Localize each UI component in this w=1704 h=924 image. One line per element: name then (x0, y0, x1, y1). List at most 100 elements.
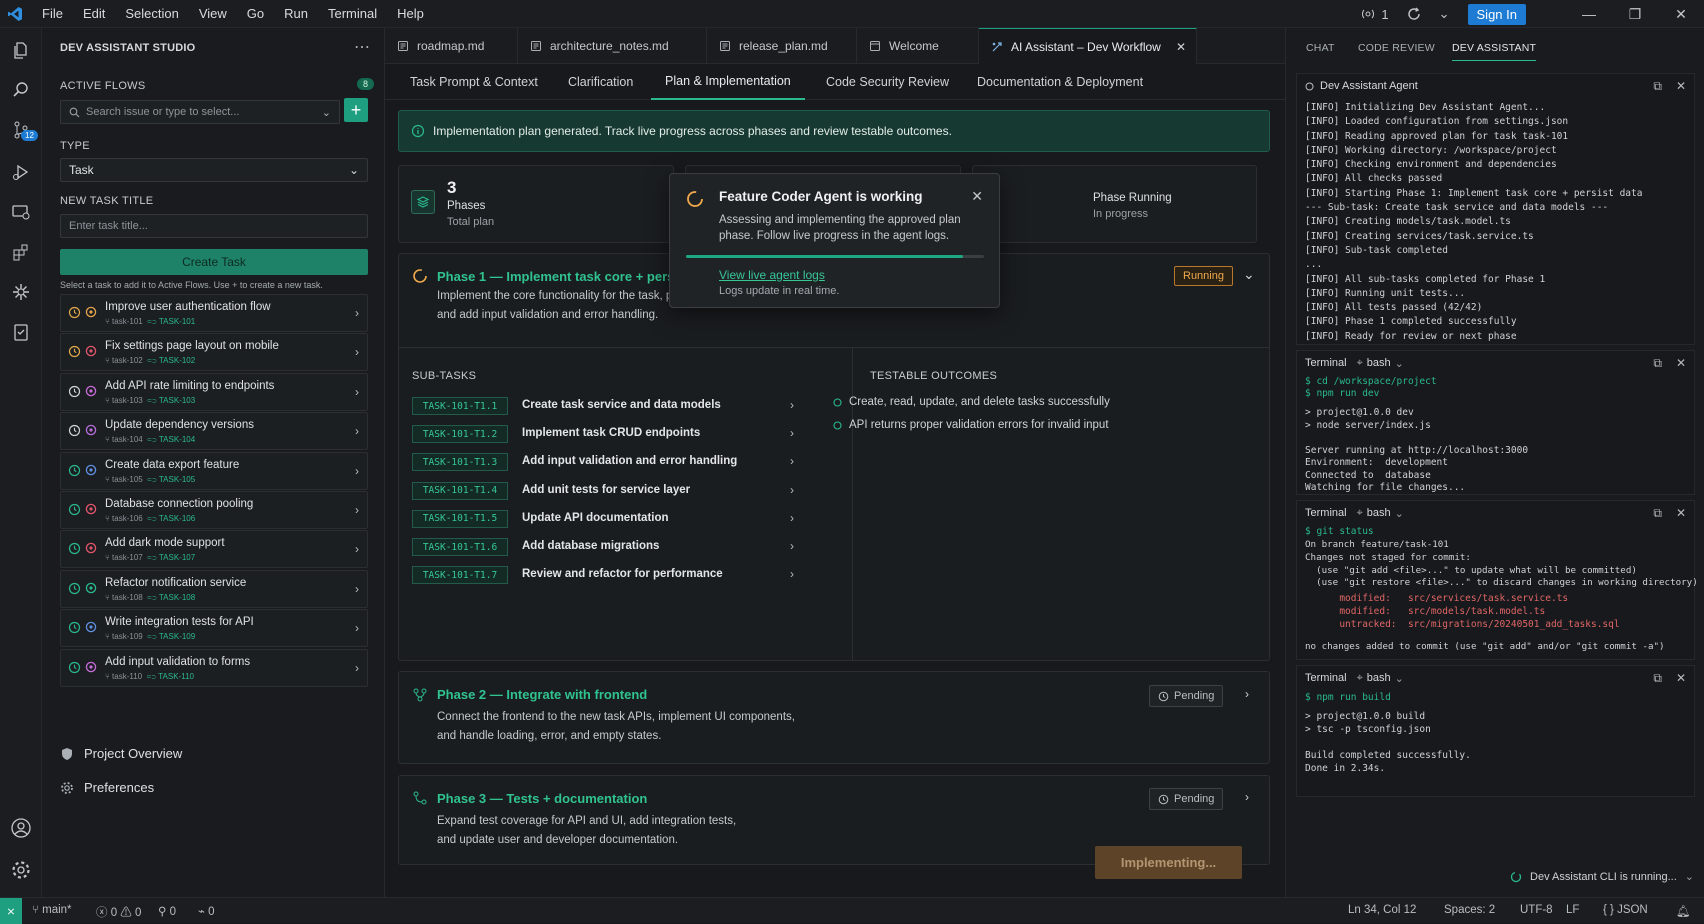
chevron-down-icon[interactable]: ⌄ (1685, 870, 1694, 883)
view-agent-logs-link[interactable]: View live agent logs (719, 268, 825, 282)
run-debug-icon[interactable] (9, 160, 33, 184)
subtask-row[interactable]: TASK-101-T1.7 Review and refactor for per… (412, 566, 794, 585)
implementing-button[interactable]: Implementing... (1095, 846, 1242, 879)
subtask-row[interactable]: TASK-101-T1.5 Update API documentation › (412, 509, 794, 528)
task-list-item[interactable]: Fix settings page layout on mobile ⑂ task… (60, 333, 368, 372)
encoding[interactable]: UTF-8 (1520, 904, 1553, 916)
menu-edit[interactable]: Edit (83, 6, 105, 21)
create-task-button[interactable]: Create Task (60, 249, 368, 275)
project-overview-link[interactable]: Project Overview (60, 746, 182, 761)
menu-selection[interactable]: Selection (125, 6, 178, 21)
tab-architecture-notes[interactable]: architecture_notes.md (518, 28, 707, 64)
task-list-item[interactable]: Create data export feature ⑂ task-105 ⊂⊃ … (60, 451, 368, 490)
ports-indicator[interactable]: ⚲ 0 (158, 904, 176, 918)
subtask-row[interactable]: TASK-101-T1.3 Add input validation and er… (412, 453, 794, 472)
maximize-icon[interactable]: ⧉ (1653, 671, 1662, 686)
expand-chevron-icon[interactable]: › (1245, 687, 1249, 701)
explorer-icon[interactable] (9, 38, 33, 62)
tab-release-plan[interactable]: release_plan.md (707, 28, 857, 64)
chevron-down-icon[interactable]: ⌄ (1439, 6, 1450, 22)
account-icon[interactable] (9, 816, 33, 840)
ports-count: 0 (169, 906, 177, 918)
tab-code-security-review[interactable]: Code Security Review (826, 64, 949, 100)
menu-go[interactable]: Go (247, 6, 264, 21)
close-icon[interactable]: ✕ (1676, 79, 1686, 94)
task-id: task-104 (112, 435, 143, 445)
type-select[interactable]: Task ⌄ (60, 158, 368, 182)
ai-spark-icon[interactable] (9, 280, 33, 304)
branch-indicator[interactable]: ⑂ main* (32, 904, 72, 916)
sign-in-button[interactable]: Sign In (1467, 3, 1526, 25)
task-list-item[interactable]: Write integration tests for API ⑂ task-10… (60, 609, 368, 648)
close-window-button[interactable]: ✕ (1658, 6, 1704, 23)
menu-run[interactable]: Run (284, 6, 308, 21)
branches-icon (413, 688, 427, 702)
task-list-item[interactable]: Add input validation to forms ⑂ task-110 … (60, 648, 368, 687)
task-title-input[interactable]: Enter task title... (60, 214, 368, 238)
tab-welcome[interactable]: Welcome (857, 28, 979, 64)
task-list-item[interactable]: Improve user authentication flow ⑂ task-1… (60, 294, 368, 332)
collapse-chevron-icon[interactable]: ⌄ (1243, 266, 1255, 283)
task-list-item[interactable]: Add API rate limiting to endpoints ⑂ task… (60, 372, 368, 411)
tab-roadmap[interactable]: roadmap.md (385, 28, 518, 64)
subtask-row[interactable]: TASK-101-T1.2 Implement task CRUD endpoin… (412, 425, 794, 444)
menu-terminal[interactable]: Terminal (328, 6, 377, 21)
cursor-position[interactable]: Ln 34, Col 12 (1348, 904, 1416, 916)
remote-indicator-icon[interactable]: ⨯ (0, 898, 22, 924)
line-ending[interactable]: LF (1566, 904, 1579, 916)
restore-button[interactable]: ❐ (1612, 6, 1658, 23)
tab-ai-assistant[interactable]: AI Assistant – Dev Workflow ✕ (979, 28, 1197, 64)
minimize-button[interactable]: — (1566, 6, 1612, 22)
tab-code-review[interactable]: CODE REVIEW (1358, 42, 1435, 54)
remote-explorer-icon[interactable] (9, 200, 33, 224)
layers-icon (411, 190, 435, 214)
search-icon[interactable] (9, 78, 33, 102)
task-list-item[interactable]: Add dark mode support ⑂ task-107 ⊂⊃ TASK-… (60, 530, 368, 569)
maximize-icon[interactable]: ⧉ (1653, 356, 1662, 371)
ports-indicator[interactable]: 1 (1361, 7, 1389, 22)
checklist-icon[interactable] (9, 320, 33, 344)
task-list-item[interactable]: Update dependency versions ⑂ task-104 ⊂⊃ … (60, 412, 368, 451)
notifications-bell-icon[interactable]: 🔔︎ (1676, 904, 1691, 918)
tab-documentation-deployment[interactable]: Documentation & Deployment (977, 64, 1143, 100)
close-icon[interactable]: ✕ (1676, 356, 1686, 371)
expand-chevron-icon[interactable]: › (1245, 790, 1249, 804)
more-actions-icon[interactable]: ⋯ (354, 37, 370, 57)
settings-gear-icon[interactable] (9, 858, 33, 882)
menu-file[interactable]: File (42, 6, 63, 21)
indentation[interactable]: Spaces: 2 (1444, 904, 1495, 916)
problems-indicator[interactable]: ⓧ 0 ⚠ 0 (96, 904, 141, 920)
close-icon[interactable]: ✕ (1676, 671, 1686, 686)
subtask-row[interactable]: TASK-101-T1.6 Add database migrations › (412, 538, 794, 556)
tab-plan-implementation[interactable]: Plan & Implementation (651, 64, 805, 100)
preferences-link[interactable]: Preferences (60, 780, 154, 795)
language-mode[interactable]: { } JSON (1603, 904, 1648, 916)
subtask-row[interactable]: TASK-101-T1.1 Create task service and dat… (412, 397, 794, 415)
sync-indicator[interactable]: ⌁ 0 (198, 904, 215, 918)
close-popup-icon[interactable]: ✕ (971, 188, 983, 205)
task-list-item[interactable]: Database connection pooling ⑂ task-106 ⊂⊃… (60, 491, 368, 529)
subtask-row[interactable]: TASK-101-T1.4 Add unit tests for service … (412, 481, 794, 500)
source-control-icon[interactable]: 12 (9, 118, 38, 142)
chevron-down-icon[interactable]: ⌄ (1395, 507, 1404, 520)
tab-clarification[interactable]: Clarification (568, 64, 633, 100)
menu-help[interactable]: Help (397, 6, 424, 21)
sync-button[interactable] (1407, 7, 1421, 21)
add-task-button[interactable]: + (344, 98, 368, 122)
chevron-down-icon[interactable]: ⌄ (1395, 357, 1404, 370)
close-tab-icon[interactable]: ✕ (1176, 40, 1186, 54)
close-icon[interactable]: ✕ (1676, 506, 1686, 521)
menu-view[interactable]: View (199, 6, 227, 21)
maximize-icon[interactable]: ⧉ (1653, 506, 1662, 521)
branch-icon: ⑂ (32, 904, 43, 916)
task-list-item[interactable]: Refactor notification service ⑂ task-108 … (60, 569, 368, 608)
maximize-icon[interactable]: ⧉ (1653, 79, 1662, 94)
issue-search-input[interactable]: Search issue or type to select... ⌄ (60, 100, 340, 124)
tab-dev-assistant[interactable]: DEV ASSISTANT (1452, 42, 1537, 61)
chevron-down-icon[interactable]: ⌄ (1395, 672, 1404, 685)
status-clock-icon (68, 503, 81, 516)
bash-shell-icon: ⌖ (1356, 356, 1363, 369)
tab-task-prompt[interactable]: Task Prompt & Context (410, 64, 538, 100)
tab-chat[interactable]: CHAT (1306, 42, 1335, 54)
extensions-icon[interactable] (9, 240, 33, 264)
